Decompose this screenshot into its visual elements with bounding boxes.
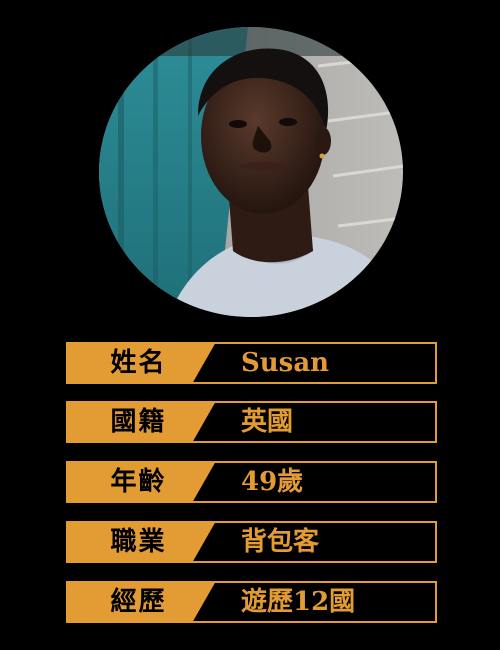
info-label: 職業 (110, 527, 167, 557)
info-label: 國籍 (110, 407, 167, 437)
info-row-name: 姓名 Susan (66, 342, 437, 384)
info-row-age: 年齡 49歲 (66, 461, 437, 503)
info-value: Susan (241, 348, 330, 378)
info-value: 遊歷12國 (241, 587, 356, 617)
info-label: 經歷 (110, 587, 167, 617)
profile-info-list: 姓名 Susan 國籍 英國 年齡 49歲 職業 背包客 經歷 遊歷12國 (0, 0, 500, 650)
info-value: 背包客 (241, 527, 320, 557)
info-value: 英國 (241, 407, 294, 437)
info-label: 姓名 (110, 348, 167, 378)
info-row-experience: 經歷 遊歷12國 (66, 581, 437, 623)
info-value: 49歲 (241, 467, 304, 497)
info-row-nationality: 國籍 英國 (66, 401, 437, 443)
info-label: 年齡 (110, 467, 167, 497)
info-row-occupation: 職業 背包客 (66, 521, 437, 563)
